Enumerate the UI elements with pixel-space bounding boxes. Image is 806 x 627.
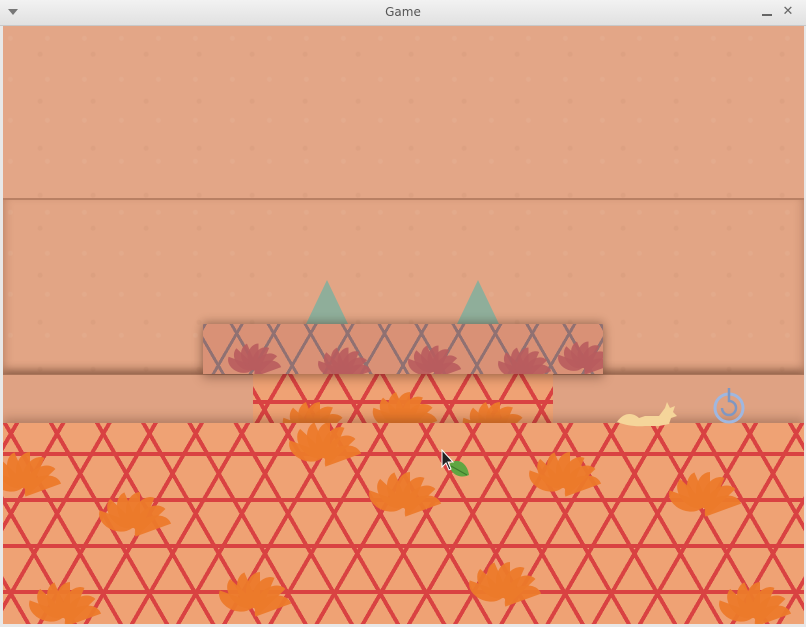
background-paper-top <box>3 26 804 198</box>
game-window: Game ✕ <box>0 0 806 627</box>
minimize-icon[interactable] <box>761 6 773 18</box>
spike-icon <box>306 280 348 324</box>
ground-floor <box>3 423 804 624</box>
portal-icon[interactable] <box>712 386 746 426</box>
leaf-cursor-icon <box>441 449 469 477</box>
window-title: Game <box>385 5 421 19</box>
title-bar[interactable]: Game ✕ <box>0 0 806 26</box>
spike-icon <box>457 280 499 324</box>
floating-platform <box>203 324 603 374</box>
fox-icon <box>617 402 677 427</box>
close-icon[interactable]: ✕ <box>781 4 795 20</box>
game-viewport[interactable] <box>3 26 804 624</box>
